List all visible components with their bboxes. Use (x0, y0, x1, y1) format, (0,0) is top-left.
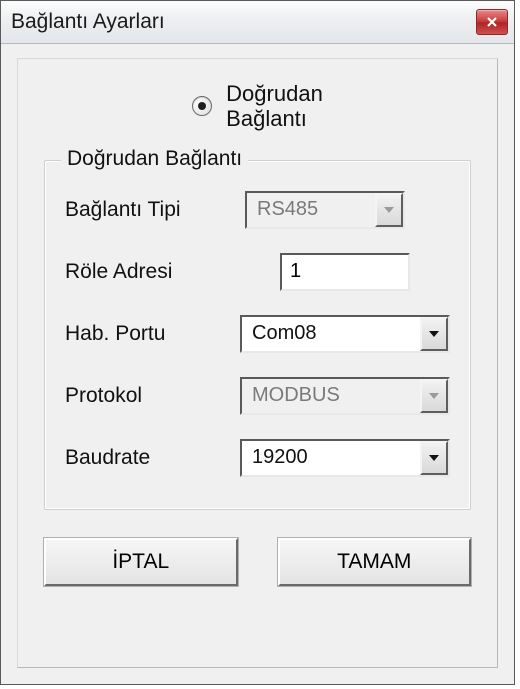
row-protocol: Protokol MODBUS (65, 377, 450, 415)
cancel-button[interactable]: İPTAL (44, 538, 238, 586)
direct-connection-group: Doğrudan Bağlantı Bağlantı Tipi RS485 Rö… (44, 160, 471, 510)
dialog-button-row: İPTAL TAMAM (44, 538, 471, 586)
combo-protocol: MODBUS (240, 377, 450, 415)
label-com-port: Hab. Portu (65, 322, 240, 346)
ok-button-label: TAMAM (337, 550, 411, 574)
cancel-button-label: İPTAL (112, 550, 169, 574)
input-relay-address[interactable] (282, 255, 408, 289)
chevron-down-icon (420, 379, 448, 413)
inner-panel: Doğrudan Bağlantı Doğrudan Bağlantı Bağl… (17, 58, 498, 668)
label-relay-address: Röle Adresi (65, 260, 245, 284)
radio-label-line2: Bağlantı (226, 106, 307, 131)
title-text: Bağlantı Ayarları (11, 10, 165, 34)
combo-baudrate-value: 19200 (242, 446, 420, 469)
combo-baudrate[interactable]: 19200 (240, 439, 450, 477)
connection-mode-radio-row: Doğrudan Bağlantı (44, 81, 471, 132)
close-icon (486, 16, 498, 28)
row-connection-type: Bağlantı Tipi RS485 (65, 191, 450, 229)
input-relay-address-wrapper (280, 253, 410, 291)
label-baudrate: Baudrate (65, 446, 240, 470)
label-connection-type: Bağlantı Tipi (65, 198, 245, 222)
group-legend: Doğrudan Bağlantı (61, 147, 248, 171)
radio-label-line1: Doğrudan (226, 81, 323, 106)
ok-button[interactable]: TAMAM (278, 538, 472, 586)
chevron-down-icon (420, 441, 448, 475)
dialog-window: Bağlantı Ayarları Doğrudan Bağlantı Doğr… (0, 0, 515, 685)
row-relay-address: Röle Adresi (65, 253, 450, 291)
combo-com-port[interactable]: Com08 (240, 315, 450, 353)
direct-connection-radio[interactable] (192, 96, 212, 116)
combo-connection-type: RS485 (245, 191, 405, 229)
chevron-down-icon (375, 193, 403, 227)
combo-com-port-value: Com08 (242, 322, 420, 345)
row-com-port: Hab. Portu Com08 (65, 315, 450, 353)
direct-connection-radio-label: Doğrudan Bağlantı (226, 81, 323, 132)
label-protocol: Protokol (65, 384, 240, 408)
client-area: Doğrudan Bağlantı Doğrudan Bağlantı Bağl… (1, 44, 514, 684)
combo-connection-type-value: RS485 (247, 198, 375, 221)
title-bar: Bağlantı Ayarları (1, 1, 514, 44)
combo-protocol-value: MODBUS (242, 384, 420, 407)
chevron-down-icon (420, 317, 448, 351)
row-baudrate: Baudrate 19200 (65, 439, 450, 477)
close-button[interactable] (476, 9, 508, 35)
